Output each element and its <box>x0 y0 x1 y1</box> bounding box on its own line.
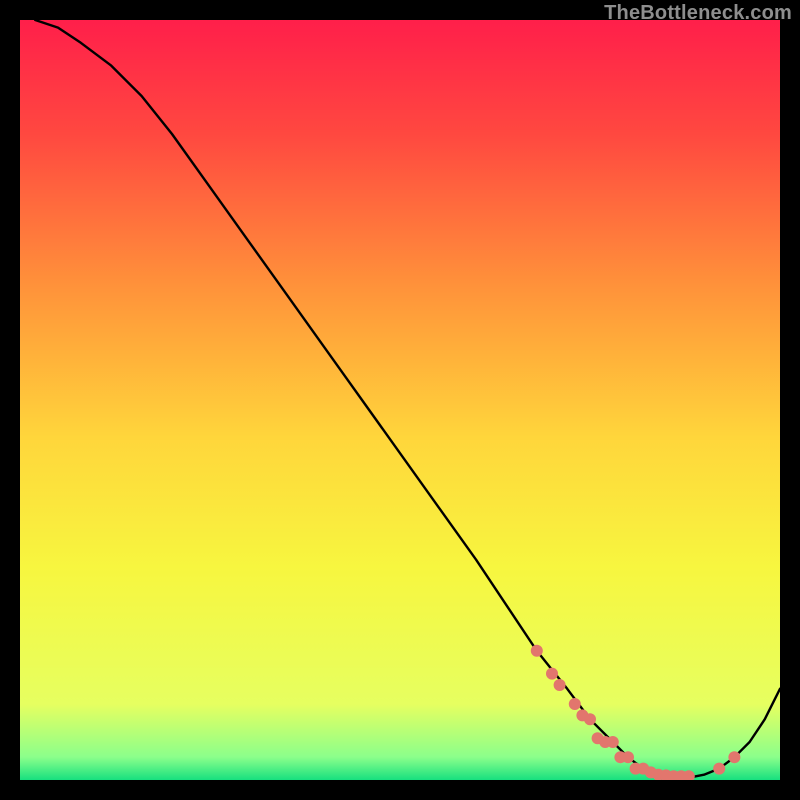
highlight-point <box>584 713 596 725</box>
highlight-point <box>569 698 581 710</box>
highlight-point <box>531 645 543 657</box>
plot-area <box>20 20 780 780</box>
highlight-point <box>546 668 558 680</box>
highlight-point <box>728 751 740 763</box>
heat-gradient-background <box>20 20 780 780</box>
highlight-point <box>713 763 725 775</box>
bottleneck-chart <box>20 20 780 780</box>
highlight-point <box>554 679 566 691</box>
figure-frame: TheBottleneck.com <box>0 0 800 800</box>
highlight-point <box>622 751 634 763</box>
highlight-point <box>607 736 619 748</box>
